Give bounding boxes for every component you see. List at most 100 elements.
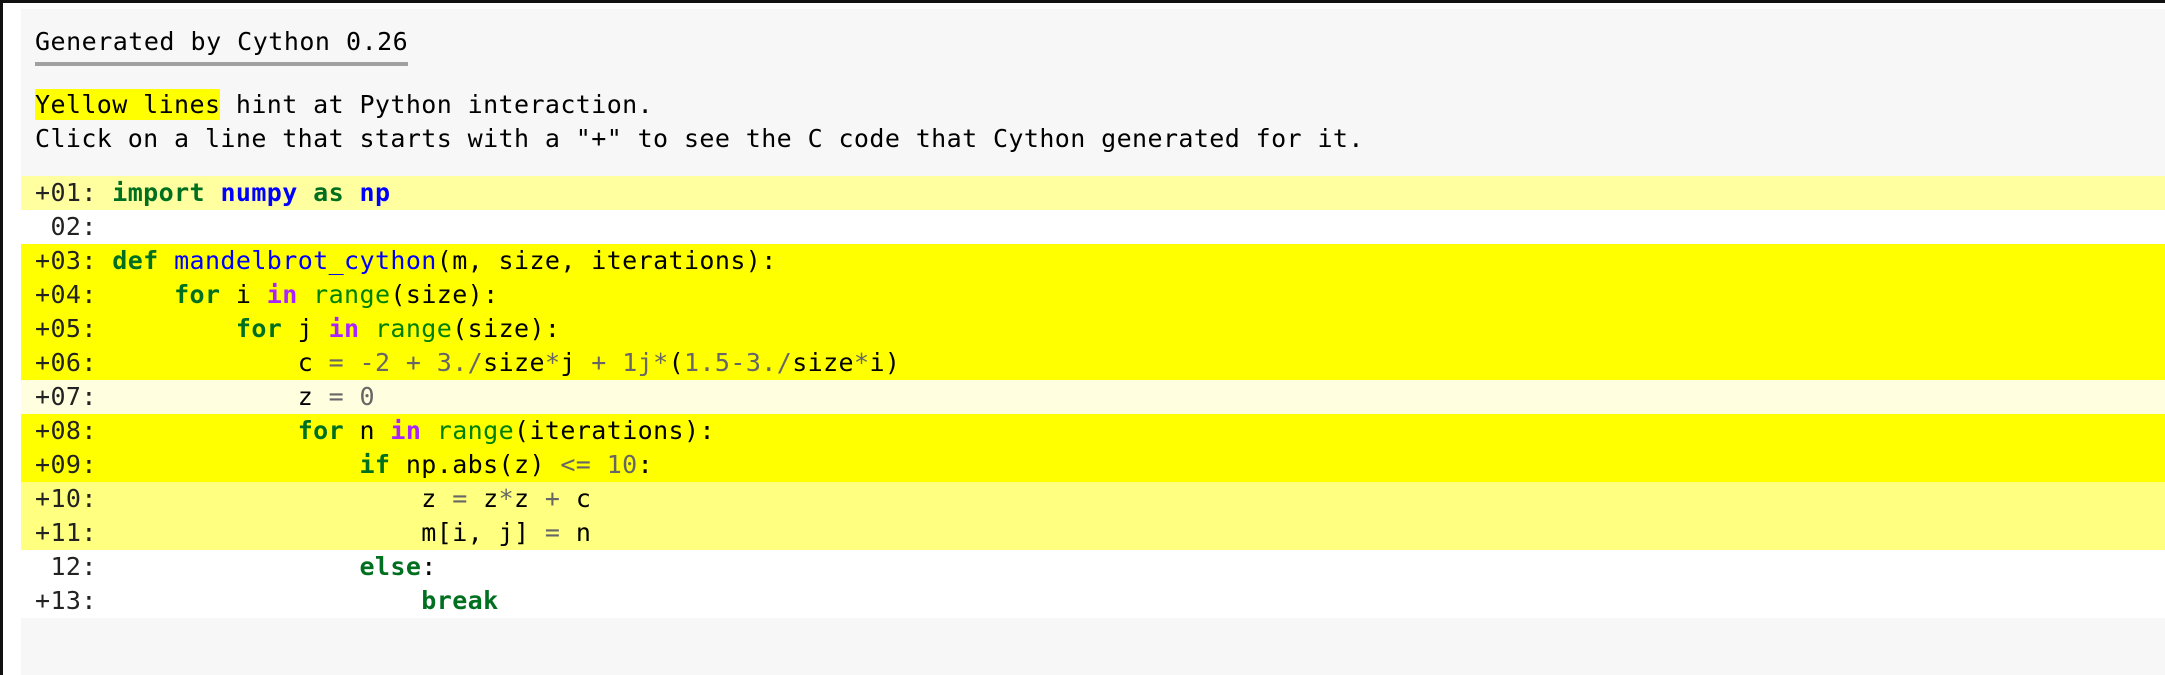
code-token: j <box>282 314 329 343</box>
line-number-gutter: 02: <box>35 212 97 241</box>
code-token: n <box>575 518 592 547</box>
code-token: 0 <box>359 382 375 411</box>
code-token: * <box>498 484 515 513</box>
code-token: m[i, j] <box>421 518 545 547</box>
code-token: mandelbrot_cython <box>174 246 437 275</box>
legend-highlight-line: Yellow lines hint at Python interaction. <box>35 88 2165 122</box>
code-token: 1j <box>622 348 654 377</box>
code-token: 3. <box>745 348 777 377</box>
code-token: j <box>560 348 576 377</box>
line-number-gutter: +09: <box>35 450 97 479</box>
code-line[interactable]: +10: z = z*z + c <box>21 482 2165 516</box>
code-token: = <box>328 382 360 411</box>
header-block: Generated by Cython 0.26 Yellow lines hi… <box>21 9 2165 156</box>
code-token: + <box>575 348 623 377</box>
code-token: np.abs(z) <box>390 450 561 479</box>
page-frame: Generated by Cython 0.26 Yellow lines hi… <box>0 0 2165 675</box>
code-token: np <box>359 178 391 207</box>
code-token: 1.5 <box>684 348 731 377</box>
code-token: range <box>313 280 391 309</box>
line-number-gutter: +03: <box>35 246 97 275</box>
code-token: break <box>421 586 499 615</box>
line-number-gutter: +13: <box>35 586 97 615</box>
code-token: in <box>328 314 360 343</box>
code-token: ) <box>884 348 901 377</box>
code-line: 02: <box>21 210 2165 244</box>
code-token: (size): <box>390 280 499 309</box>
code-token: c <box>575 484 592 513</box>
line-number-gutter: +06: <box>35 348 97 377</box>
code-token: (iterations): <box>514 416 715 445</box>
line-number-gutter: +01: <box>35 178 97 207</box>
code-token: range <box>374 314 453 343</box>
legend-yellow-swatch: Yellow lines <box>35 89 221 120</box>
code-line[interactable]: +06: c = -2 + 3./size*j + 1j*(1.5-3./siz… <box>21 346 2165 380</box>
code-token: z <box>421 484 453 513</box>
code-token: range <box>436 416 515 445</box>
code-token: + <box>390 348 437 377</box>
page-title: Generated by Cython 0.26 <box>35 27 409 66</box>
line-number-gutter: 12: <box>35 552 97 581</box>
code-token: ( <box>668 348 685 377</box>
cython-annotation-document: Generated by Cython 0.26 Yellow lines hi… <box>21 9 2165 675</box>
code-line[interactable]: +11: m[i, j] = n <box>21 516 2165 550</box>
code-token: (size): <box>452 314 561 343</box>
code-token: for <box>297 416 345 445</box>
code-token: : <box>637 450 654 479</box>
code-token: - <box>359 348 375 377</box>
code-line[interactable]: +09: if np.abs(z) <= 10: <box>21 448 2165 482</box>
code-line[interactable]: +03: def mandelbrot_cython(m, size, iter… <box>21 244 2165 278</box>
code-token: else <box>359 552 422 581</box>
code-token: in <box>266 280 298 309</box>
code-token: 2 <box>374 348 391 377</box>
code-token: i <box>220 280 267 309</box>
code-token: <= <box>560 450 592 479</box>
code-token: z <box>297 382 329 411</box>
code-token: = <box>328 348 360 377</box>
code-token: c <box>297 348 329 377</box>
line-number-gutter: +08: <box>35 416 97 445</box>
code-token: as <box>313 178 345 207</box>
code-token: import <box>112 178 205 207</box>
code-token: z <box>514 484 530 513</box>
code-line[interactable]: +05: for j in range(size): <box>21 312 2165 346</box>
code-token: - <box>730 348 746 377</box>
code-token: def <box>112 246 159 275</box>
code-token: z <box>483 484 499 513</box>
code-token: (m, size, iterations): <box>436 246 777 275</box>
code-line[interactable]: +08: for n in range(iterations): <box>21 414 2165 448</box>
code-line[interactable]: +13: break <box>21 584 2165 618</box>
legend-highlight-text: hint at Python interaction. <box>220 90 654 119</box>
code-token: / <box>467 348 484 377</box>
code-token: 10 <box>606 450 638 479</box>
legend-click-line: Click on a line that starts with a "+" t… <box>35 124 1364 153</box>
code-line[interactable]: +01: import numpy as np <box>21 176 2165 210</box>
code-listing: +01: import numpy as np 02: +03: def man… <box>21 176 2165 618</box>
line-number-gutter: +10: <box>35 484 97 513</box>
line-number-gutter: +11: <box>35 518 97 547</box>
code-token: + <box>529 484 576 513</box>
code-token: size <box>483 348 545 377</box>
code-line[interactable]: +04: for i in range(size): <box>21 278 2165 312</box>
code-token: * <box>854 348 870 377</box>
code-line[interactable]: +07: z = 0 <box>21 380 2165 414</box>
legend-block: Yellow lines hint at Python interaction.… <box>35 88 2165 156</box>
code-token: 3. <box>436 348 468 377</box>
